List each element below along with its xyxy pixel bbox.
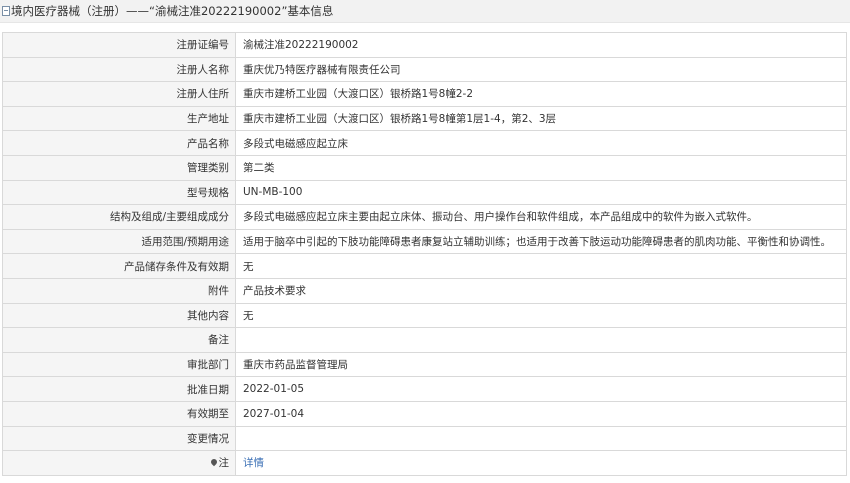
table-row: 型号规格 UN-MB-100 — [2, 179, 847, 206]
info-table: 注册证编号 渝械注准20222190002 注册人名称 重庆优乃特医疗器械有限责任公司… — [2, 32, 847, 476]
table-row: 有效期至 2027-01-04 — [2, 400, 847, 427]
row-value: 无 — [235, 302, 847, 329]
row-value: 适用于脑卒中引起的下肢功能障碍患者康复站立辅助训练；也适用于改善下肢运动功能障碍… — [235, 228, 847, 255]
row-label: 备注 — [2, 327, 236, 353]
table-row-note: 注 详情 — [2, 450, 847, 476]
row-value: 2022-01-05 — [235, 376, 847, 402]
table-row: 注册证编号 渝械注准20222190002 — [2, 32, 847, 58]
row-label: 注册人住所 — [2, 81, 236, 107]
row-value: 渝械注准20222190002 — [235, 32, 847, 58]
row-label: 结构及组成/主要组成成分 — [2, 204, 236, 230]
table-row: 结构及组成/主要组成成分 多段式电磁感应起立床主要由起立床体、振动台、用户操作台和… — [2, 204, 847, 230]
table-row: 管理类别 第二类 — [2, 154, 847, 181]
row-label: 产品储存条件及有效期 — [2, 253, 236, 279]
row-label: 管理类别 — [2, 154, 236, 181]
row-label: 变更情况 — [2, 425, 236, 452]
table-row: 产品储存条件及有效期无 — [2, 253, 847, 279]
row-value: 重庆优乃特医疗器械有限责任公司 — [235, 56, 847, 83]
row-value: 无 — [235, 253, 847, 279]
table-row: 批准日期 2022-01-05 — [2, 376, 847, 402]
info-table-container: 注册证编号 渝械注准20222190002 注册人名称 重庆优乃特医疗器械有限责任公司… — [2, 32, 847, 476]
row-label: 附件 — [2, 277, 236, 304]
table-row: 审批部门 重庆市药品监督管理局 — [2, 351, 847, 378]
row-label: 其他内容 — [2, 302, 236, 329]
row-value: 重庆市建桥工业园（大渡口区）银桥路1号8幢第1层1-4，第2、3层 — [235, 105, 847, 132]
row-value: 多段式电磁感应起立床 — [235, 130, 847, 156]
table-row: 其他内容无 — [2, 302, 847, 329]
row-label: 审批部门 — [2, 351, 236, 378]
row-value: UN-MB-100 — [235, 179, 847, 206]
table-row: 生产地址 重庆市建桥工业园（大渡口区）银桥路1号8幢第1层1-4，第2、3层 — [2, 105, 847, 132]
row-value: 多段式电磁感应起立床主要由起立床体、振动台、用户操作台和软件组成，本产品组成中的… — [235, 204, 847, 230]
row-label: 注册人名称 — [2, 56, 236, 83]
table-row: 注册人名称 重庆优乃特医疗器械有限责任公司 — [2, 56, 847, 83]
info-table-body: 注册证编号 渝械注准20222190002 注册人名称 重庆优乃特医疗器械有限责任公司… — [2, 32, 847, 476]
row-label: 型号规格 — [2, 179, 236, 206]
map-pin-icon — [209, 458, 218, 467]
row-label: 注 — [2, 450, 236, 476]
table-row: 产品名称 多段式电磁感应起立床 — [2, 130, 847, 156]
row-value: 产品技术要求 — [235, 277, 847, 304]
page-title-bar: 境内医疗器械（注册）——“渝械注准20222190002”基本信息 — [0, 0, 850, 23]
row-value: 第二类 — [235, 154, 847, 181]
row-label: 生产地址 — [2, 105, 236, 132]
table-row: 适用范围/预期用途 适用于脑卒中引起的下肢功能障碍患者康复站立辅助训练；也适用于改… — [2, 228, 847, 255]
row-label: 有效期至 — [2, 400, 236, 427]
row-label: 适用范围/预期用途 — [2, 228, 236, 255]
document-icon — [2, 6, 10, 16]
row-value: 2027-01-04 — [235, 400, 847, 427]
row-label: 产品名称 — [2, 130, 236, 156]
row-value — [235, 425, 847, 452]
row-value: 重庆市药品监督管理局 — [235, 351, 847, 378]
table-row: 变更情况 — [2, 425, 847, 452]
details-link[interactable]: 详情 — [243, 457, 264, 469]
row-value — [235, 327, 847, 353]
table-row: 注册人住所 重庆市建桥工业园（大渡口区）银桥路1号8幢2-2 — [2, 81, 847, 107]
table-row: 备注 — [2, 327, 847, 353]
page-title: 境内医疗器械（注册）——“渝械注准20222190002”基本信息 — [11, 4, 334, 18]
row-label: 批准日期 — [2, 376, 236, 402]
row-value: 重庆市建桥工业园（大渡口区）银桥路1号8幢2-2 — [235, 81, 847, 107]
table-row: 附件 产品技术要求 — [2, 277, 847, 304]
row-label: 注册证编号 — [2, 32, 236, 58]
row-value: 详情 — [235, 450, 847, 476]
